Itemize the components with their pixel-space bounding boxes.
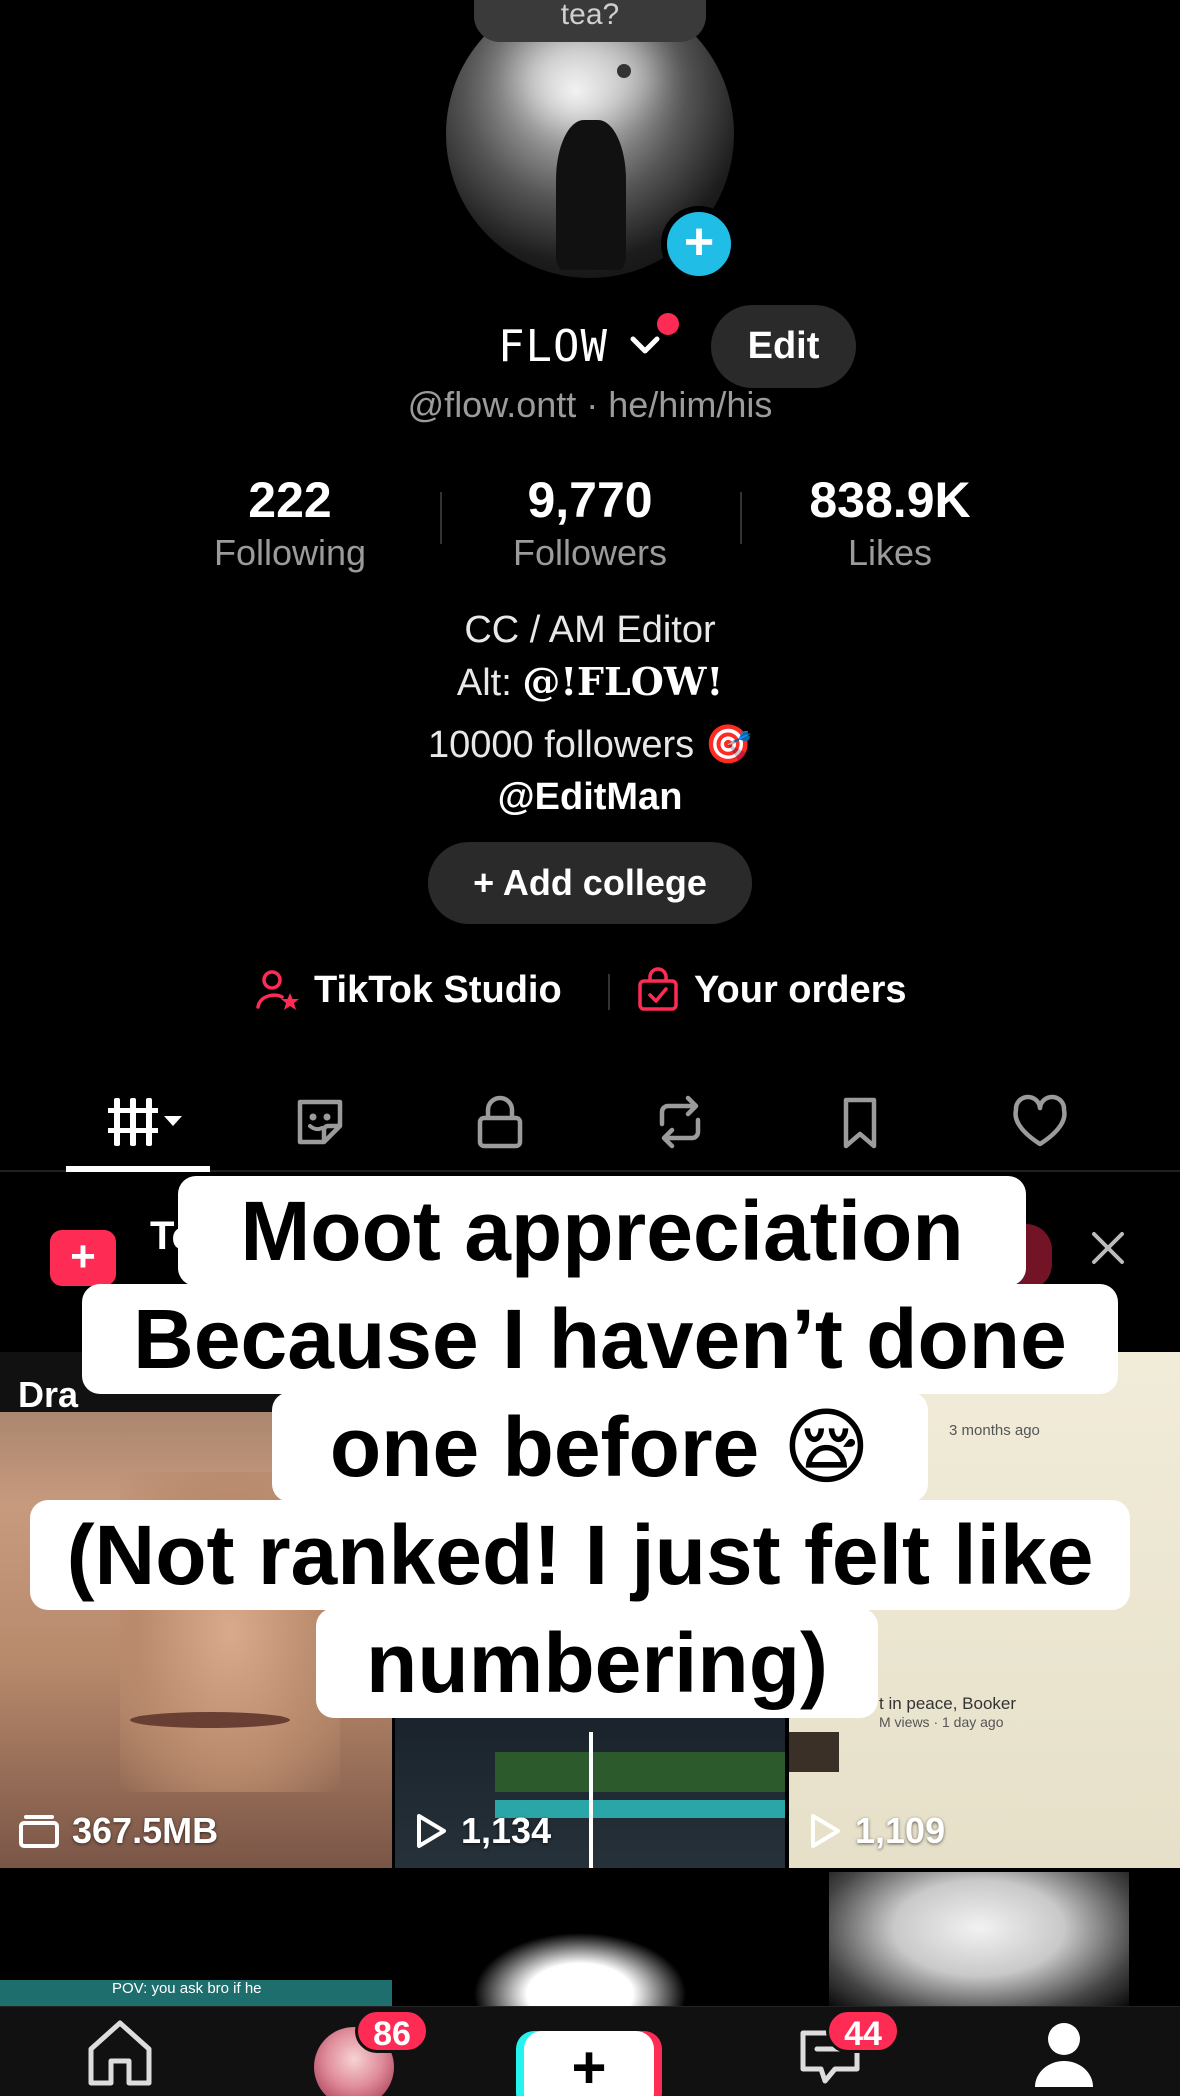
shopping-bag-icon [638,967,678,1011]
tiktok-studio-link[interactable]: TikTok Studio [254,960,562,1020]
tile-size: 367.5MB [18,1810,218,1852]
display-name[interactable]: FLOW [498,321,608,372]
create-button[interactable]: + [524,2031,654,2096]
tile-editor-timeline [495,1752,785,1792]
tab-private[interactable] [430,1082,570,1162]
overlay-caption: Moot appreciation Because I haven’t done… [0,1172,1180,1752]
tile-size-value: 367.5MB [72,1810,219,1851]
your-orders-link[interactable]: Your orders [636,960,907,1020]
stat-value: 9,770 [527,472,653,528]
tile-playhead [589,1732,593,1868]
video-tile[interactable] [789,1872,1180,2006]
studio-row: TikTok Studio Your orders [0,960,1180,1020]
tab-liked[interactable] [970,1082,1110,1162]
profile-bio: CC / AM Editor Alt: @!FLOW! 10000 follow… [0,604,1180,823]
lock-icon [477,1095,523,1149]
video-tile[interactable]: POV: you ask bro if he [0,1872,392,2006]
stat-following[interactable]: 222 Following [140,470,440,576]
creator-star-icon [256,970,299,1010]
avatar-shine [516,30,656,120]
avatar-figure [556,120,626,270]
profile-note-bubble[interactable]: tea? [474,0,706,42]
notification-dot [657,313,679,335]
tile-pov-text: POV: you ask bro if he [112,1980,262,1997]
tile-views: 1,109 [807,1810,945,1852]
bio-mention[interactable]: @EditMan [0,771,1180,823]
caption-line: Because I haven’t done [82,1284,1118,1394]
bio-alt-prefix: Alt: [456,662,523,704]
profile-stats: 222 Following 9,770 Followers 838.9K Lik… [0,470,1180,580]
sticker-icon [297,1099,343,1145]
chevron-down-icon[interactable] [627,327,663,363]
tiktok-studio-label: TikTok Studio [314,968,562,1011]
stat-followers[interactable]: 9,770 Followers [440,470,740,576]
bio-line: CC / AM Editor [464,609,716,651]
tile-views: 1,134 [413,1810,551,1852]
bookmark-icon [843,1097,877,1149]
play-icon [811,1814,840,1848]
caption-line: Moot appreciation [178,1176,1026,1286]
tab-favorites[interactable] [790,1082,930,1162]
stat-label: Following [213,532,367,573]
repost-icon [659,1095,701,1149]
tile-art [455,1922,705,2006]
stat-label: Followers [512,532,668,573]
avatar-add-button[interactable]: + [661,206,737,282]
add-college-button[interactable]: + Add college [428,842,752,924]
profile-tabs [0,1070,1180,1172]
stat-likes[interactable]: 838.9K Likes [740,470,1040,576]
bio-gap [0,709,1180,719]
bio-line: Alt: @!FLOW! [0,656,1180,709]
caption-line: numbering) [316,1608,878,1718]
note-tail-dot [617,64,631,78]
nav-home[interactable] [70,2007,170,2096]
home-icon [88,2020,152,2086]
name-row: FLOW Edit [0,305,1180,388]
friends-badge: 86 [355,2009,429,2053]
play-icon [417,1814,446,1848]
stat-label: Likes [847,532,933,573]
inbox-badge: 44 [826,2009,900,2053]
tile-views-value: 1,134 [461,1810,552,1851]
drafts-folder-icon [19,1815,59,1848]
heart-icon [1013,1094,1067,1147]
bottom-nav: 86 + 44 [0,2006,1180,2096]
handle-pronouns: @flow.ontt · he/him/his [407,384,773,425]
caption-line: one before 😪 [272,1392,928,1502]
video-tile[interactable] [395,1872,785,2006]
tab-videos[interactable] [68,1082,208,1162]
grid-videos-icon [108,1098,182,1146]
caption-line: (Not ranked! I just felt like [30,1500,1130,1610]
bio-line: 10000 followers 🎯 [427,724,753,766]
studio-divider [608,974,610,1010]
tab-stickers[interactable] [250,1082,390,1162]
bio-alt-handle[interactable]: @!FLOW! [522,659,723,704]
tile-views-value: 1,109 [855,1810,946,1851]
stat-value: 222 [248,472,332,528]
your-orders-label: Your orders [694,968,907,1011]
tab-reposts[interactable] [610,1082,750,1162]
nav-profile[interactable] [1014,2007,1114,2096]
tile-face [829,1872,1129,2006]
edit-profile-button[interactable]: Edit [711,305,856,388]
stat-value: 838.9K [809,472,971,528]
profile-icon [1035,2023,1093,2087]
